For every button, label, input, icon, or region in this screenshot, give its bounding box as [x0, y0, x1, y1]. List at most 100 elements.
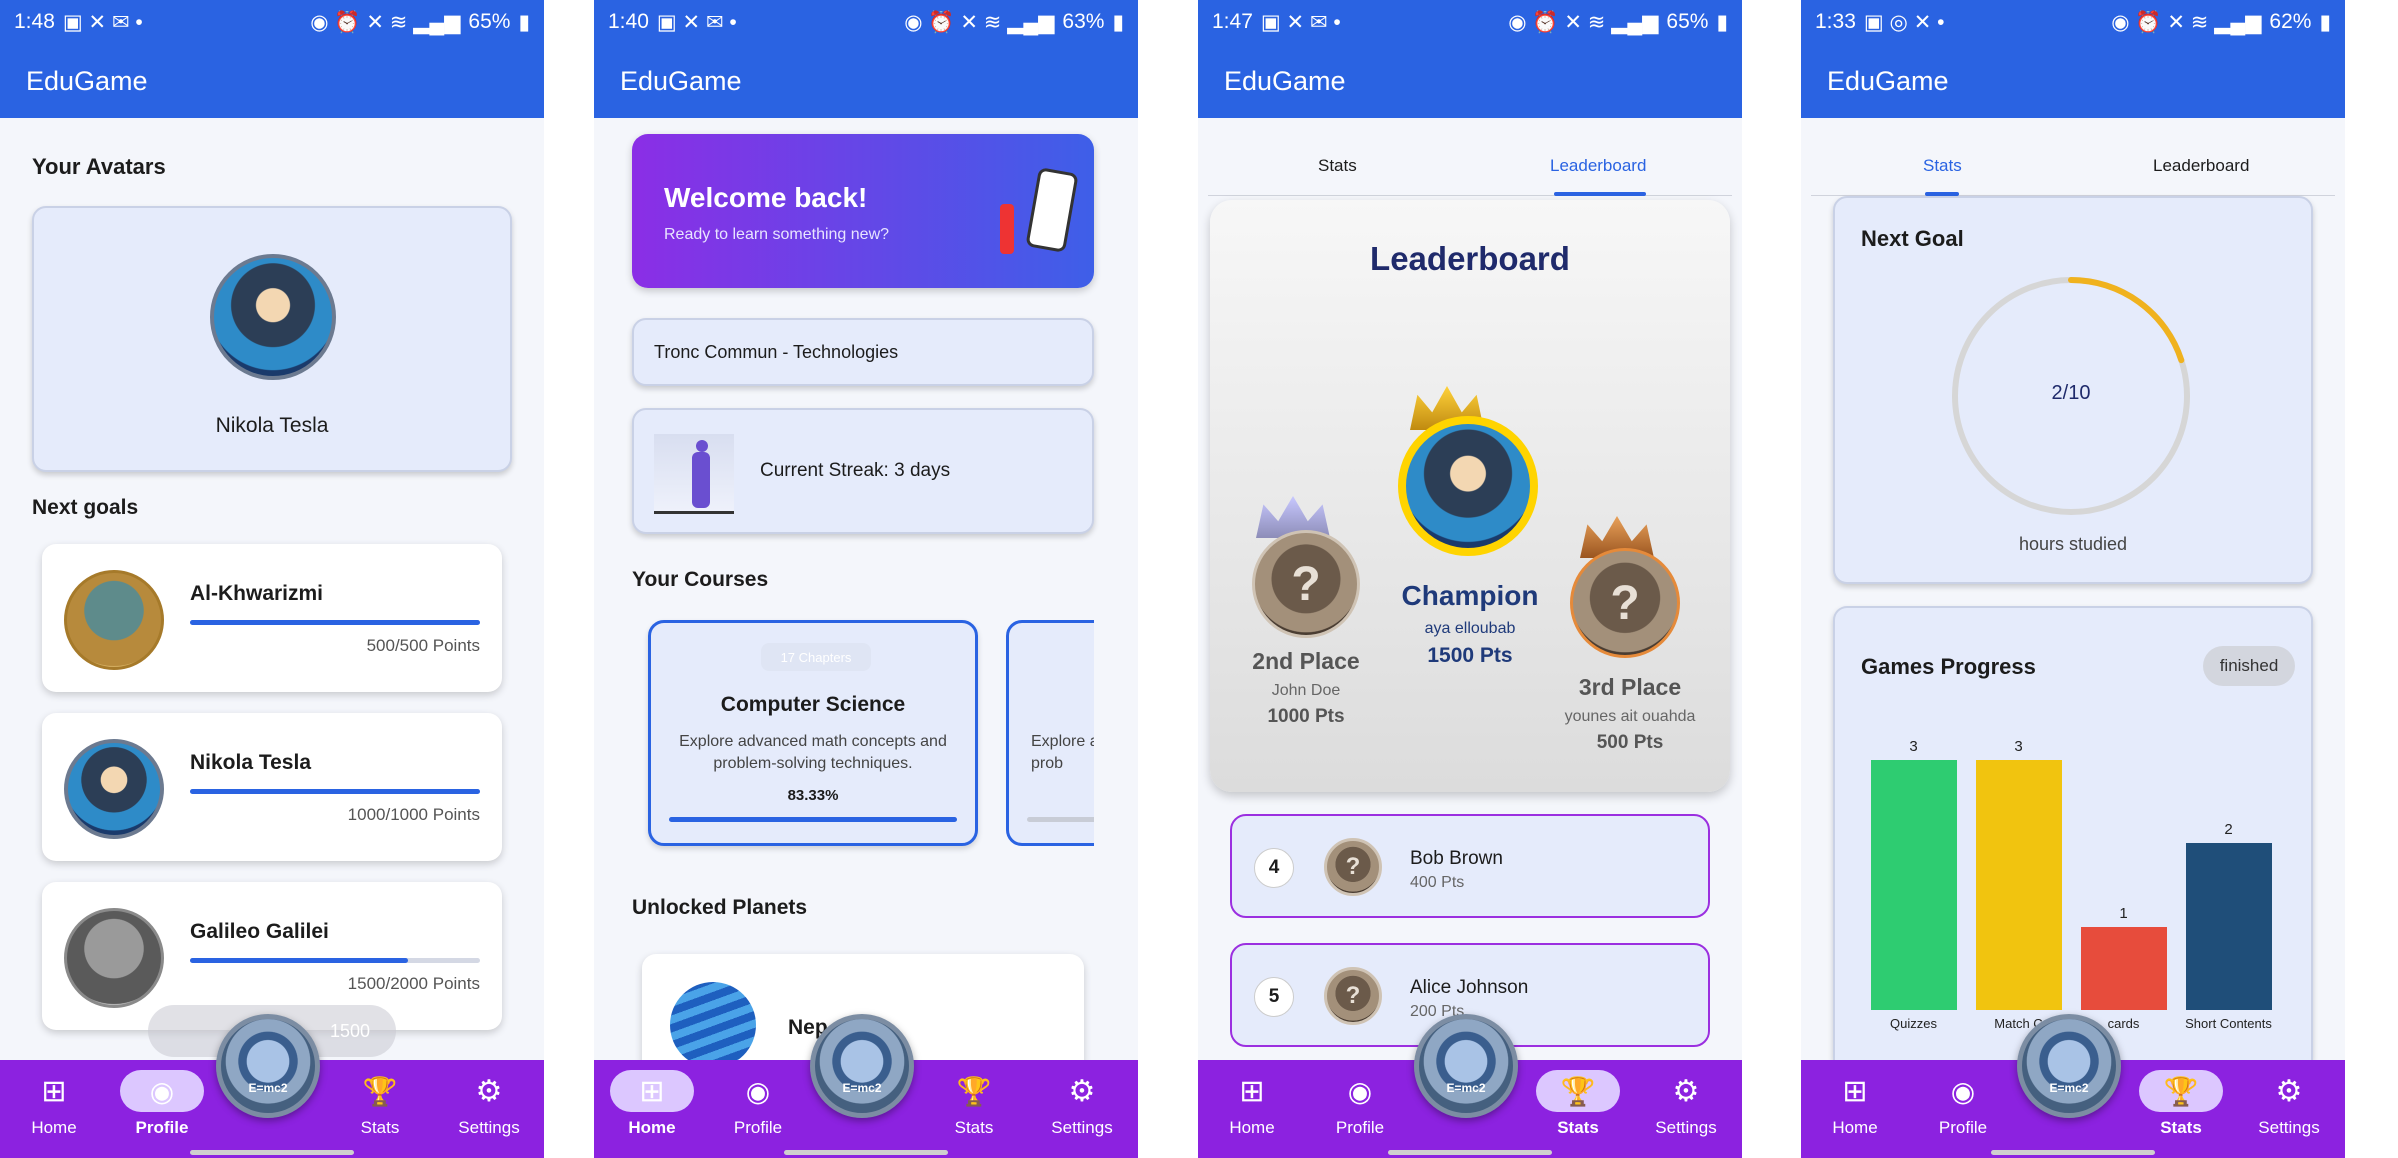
nav-settings[interactable]: ⚙ Settings — [1636, 1070, 1736, 1152]
profile-icon: ◉ — [1347, 1075, 1373, 1107]
course-progress-label: 83.33% — [787, 787, 839, 804]
battery-level: 65% — [1666, 10, 1709, 33]
nav-home[interactable]: ⊞ Home — [602, 1070, 702, 1152]
leaderboard-row[interactable]: 4 ? Bob Brown 400 Pts — [1230, 814, 1710, 918]
tab-bar: Stats Leaderboard — [1198, 118, 1742, 196]
chart-bar — [1870, 760, 1957, 1010]
battery-level: 63% — [1062, 10, 1105, 33]
streak-card: Current Streak: 3 days — [632, 408, 1094, 534]
nav-stats[interactable]: 🏆 Stats — [2131, 1070, 2231, 1152]
nav-label: Settings — [458, 1118, 520, 1137]
third-place-label: 3rd Place — [1578, 674, 1682, 700]
course-description: Explore advanced math concepts and probl… — [679, 733, 947, 772]
second-place-avatar: ? — [1252, 530, 1360, 638]
einstein-fab[interactable]: E=mc2 — [216, 1014, 320, 1118]
goal-progress — [190, 789, 480, 794]
status-bar: 1:40 ▣ ✕ ✉ • ◉ ⏰ ✕ ≋ ▂▄▆ 63% ▮ — [594, 0, 1138, 44]
nav-profile[interactable]: ◉ Profile — [1913, 1070, 2013, 1152]
program-selector[interactable]: Tronc Commun - Technologies — [632, 318, 1094, 386]
nav-settings[interactable]: ⚙ Settings — [439, 1070, 539, 1152]
nav-label: Profile — [733, 1118, 783, 1137]
course-card[interactable]: 17 Chapters Computer Science Explore adv… — [648, 620, 978, 846]
galileo-avatar — [64, 908, 164, 1008]
program-name: Tronc Commun - Technologies — [654, 342, 899, 362]
profile-screen: 1:48 ▣ ✕ ✉ • ◉ ⏰ ✕ ≋ ▂▄▆ 65% ▮ EduGame Your… — [0, 0, 544, 1158]
einstein-fab[interactable]: E=mc2 — [810, 1014, 914, 1118]
nav-profile[interactable]: ◉ Profile — [112, 1070, 212, 1152]
nav-stats[interactable]: 🏆 Stats — [330, 1070, 430, 1152]
tab-indicator — [1554, 192, 1646, 196]
planets-heading: Unlocked Planets — [632, 896, 808, 919]
gear-icon: ⚙ — [1068, 1074, 1096, 1108]
status-bar: 1:33 ▣ ◎ ✕ • ◉ ⏰ ✕ ≋ ▂▄▆ 62% ▮ — [1801, 0, 2345, 44]
goal-points: 1000/1000 Points — [347, 805, 480, 824]
next-goal-card: Next Goal 2/10 hours studied — [1833, 196, 2313, 584]
games-bar-chart: 3 Quizzes 3 Match C 1 cards 2 Short Contents — [1861, 738, 2281, 1044]
app-title: EduGame — [594, 44, 1138, 118]
goal-caption: hours studied — [2018, 534, 2128, 554]
nav-home[interactable]: ⊞ Home — [1202, 1070, 1302, 1152]
battery-level: 62% — [2269, 10, 2312, 33]
nav-profile[interactable]: ◉ Profile — [708, 1070, 808, 1152]
nav-label: Home — [31, 1118, 77, 1137]
goal-name: Galileo Galilei — [190, 920, 329, 943]
notification-icons: ▣ ◎ ✕ • — [1863, 10, 1945, 34]
goal-card[interactable]: Al-Khwarizmi 500/500 Points — [42, 544, 502, 692]
einstein-fab[interactable]: E=mc2 — [2017, 1014, 2121, 1118]
goal-progress-arc — [2068, 277, 2185, 364]
nav-stats[interactable]: 🏆 Stats — [924, 1070, 1024, 1152]
nav-home[interactable]: ⊞ Home — [4, 1070, 104, 1152]
bar-value-label: 3 — [2014, 738, 2023, 755]
toast-value: 1500 — [329, 1020, 370, 1041]
person-illustration-icon — [1000, 204, 1014, 254]
nav-label: Stats — [954, 1118, 994, 1137]
gesture-handle — [784, 1150, 948, 1155]
gesture-handle — [1991, 1150, 2155, 1155]
nav-label: Home — [628, 1118, 676, 1137]
champion-avatar — [1398, 416, 1538, 556]
tab-leaderboard[interactable]: Leaderboard — [2153, 156, 2249, 176]
leaderboard-screen: 1:47 ▣ ✕ ✉ • ◉ ⏰ ✕ ≋ ▂▄▆ 65% ▮ EduGame Stat… — [1198, 0, 1742, 1158]
clock: 1:33 — [1815, 10, 1856, 33]
nav-settings[interactable]: ⚙ Settings — [1032, 1070, 1132, 1152]
nav-profile[interactable]: ◉ Profile — [1310, 1070, 1410, 1152]
home-icon: ⊞ — [639, 1074, 665, 1108]
course-title: Computer Science — [720, 693, 906, 716]
trophy-icon: 🏆 — [1560, 1075, 1596, 1107]
scroll-edge — [1094, 600, 1138, 860]
second-place-name: John Doe — [1271, 682, 1341, 699]
third-place-name: younes ait ouahda — [1564, 708, 1696, 725]
goal-points: 1500/2000 Points — [347, 974, 480, 993]
nav-label: Home — [1229, 1118, 1275, 1137]
trophy-icon: 🏆 — [2163, 1075, 2199, 1107]
goal-card[interactable]: Nikola Tesla 1000/1000 Points — [42, 713, 502, 861]
player-avatar: ? — [1324, 838, 1382, 896]
goal-points: 500/500 Points — [366, 636, 480, 655]
nav-home[interactable]: ⊞ Home — [1805, 1070, 1905, 1152]
gear-icon: ⚙ — [2275, 1074, 2303, 1108]
nav-label: Home — [1832, 1118, 1878, 1137]
selected-avatar-card[interactable]: Nikola Tesla — [32, 206, 512, 472]
home-icon: ⊞ — [41, 1074, 67, 1108]
tab-stats[interactable]: Stats — [1318, 156, 1357, 176]
nav-stats[interactable]: 🏆 Stats — [1528, 1070, 1628, 1152]
status-bar: 1:47 ▣ ✕ ✉ • ◉ ⏰ ✕ ≋ ▂▄▆ 65% ▮ — [1198, 0, 1742, 44]
third-place-points: 500 Pts — [1596, 732, 1664, 753]
gear-icon: ⚙ — [475, 1074, 503, 1108]
nav-label: Settings — [2258, 1118, 2320, 1137]
tab-leaderboard[interactable]: Leaderboard — [1550, 156, 1646, 176]
tab-divider — [1208, 195, 1732, 196]
player-points: 400 Pts — [1410, 874, 1465, 891]
profile-icon: ◉ — [745, 1075, 771, 1107]
tab-bar: Stats Leaderboard — [1801, 118, 2345, 196]
clock: 1:48 — [14, 10, 55, 33]
einstein-fab[interactable]: E=mc2 — [1414, 1014, 1518, 1118]
player-name: Bob Brown — [1410, 848, 1503, 869]
system-icons: ◉ ⏰ ✕ ≋ ▂▄▆ — [310, 10, 461, 34]
app-title: EduGame — [1198, 44, 1742, 118]
tesla-avatar-image — [210, 254, 336, 380]
nav-settings[interactable]: ⚙ Settings — [2239, 1070, 2339, 1152]
next-goal-heading: Next Goal — [1861, 226, 1964, 251]
tab-stats[interactable]: Stats — [1923, 156, 1962, 176]
battery-icon: ▮ — [1112, 10, 1124, 34]
